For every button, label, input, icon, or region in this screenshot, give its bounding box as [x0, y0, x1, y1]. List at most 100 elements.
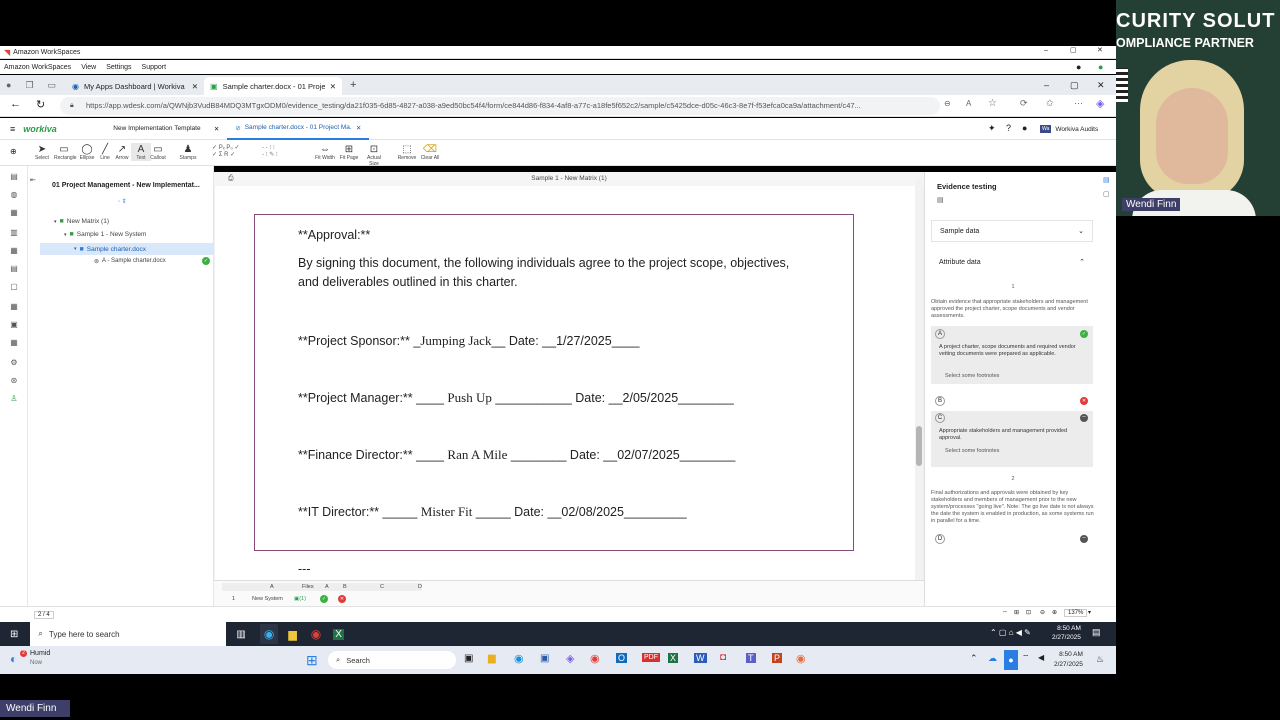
attribute-b-row[interactable]: B ✕	[931, 396, 1093, 408]
notification-bell-icon[interactable]: ♨	[1096, 654, 1104, 665]
workspaces-icon[interactable]: ◉	[796, 652, 806, 665]
excel-icon[interactable]: X	[668, 653, 679, 663]
browser-minimize-icon[interactable]: –	[1044, 80, 1049, 90]
menu-item[interactable]: Amazon WorkSpaces	[4, 64, 71, 71]
ws-close-icon[interactable]: ✕	[1097, 46, 1103, 54]
rectangle-tool[interactable]: ▭ Rectangle	[54, 143, 77, 162]
ai-sparkle-icon[interactable]: ✦	[988, 123, 996, 134]
scrollbar-thumb[interactable]	[916, 426, 922, 466]
chrome-icon[interactable]: ◉	[590, 652, 600, 665]
tab-actions-icon[interactable]: ▭	[48, 80, 57, 91]
ws-maximize-icon[interactable]: ▢	[1070, 46, 1077, 54]
mic-off-icon[interactable]: ●	[1076, 62, 1081, 72]
grid-icon[interactable]: ▦	[9, 338, 19, 348]
zoom-level[interactable]: 137%	[1064, 609, 1088, 617]
grid-icon[interactable]: ▦	[9, 302, 19, 312]
zoom-icon[interactable]: ⊖	[944, 99, 951, 108]
security-icon[interactable]: ◘	[720, 652, 726, 663]
footnotes-link[interactable]: Select some footnotes	[945, 373, 999, 380]
taskbar-search[interactable]: ⌕ Search	[328, 651, 456, 669]
inner-clock[interactable]: 8:50 AM 2/27/2025	[1052, 624, 1081, 642]
hamburger-menu-icon[interactable]: ≡	[10, 124, 15, 134]
pass-icon[interactable]: ✓	[320, 595, 328, 603]
tab-sample-charter-doc[interactable]: ⊘ Sample charter.docx - 01 Project Ma...…	[227, 118, 370, 140]
remove-button[interactable]: ⬚ Remove	[397, 143, 417, 162]
notification-icon[interactable]: ▤	[1092, 627, 1101, 638]
copilot-icon[interactable]: ◈	[1096, 97, 1104, 110]
list-icon[interactable]: ▦	[9, 208, 19, 218]
browser-close-icon[interactable]: ✕	[1097, 80, 1105, 91]
tree-item-attachment[interactable]: ⊚ A - Sample charter.docx ✓	[94, 257, 210, 265]
menu-item[interactable]: View	[81, 64, 96, 71]
tree-item-sample-charter[interactable]: ▾ ■ Sample charter.docx	[40, 243, 214, 255]
actual-size-button[interactable]: ⊡ Actual Size	[362, 143, 386, 168]
tab-new-implementation[interactable]: New Implementation Template ✕	[105, 118, 227, 140]
attribute-d-row[interactable]: D –	[931, 534, 1093, 546]
teams-icon[interactable]: T	[746, 653, 756, 663]
stamps-tool[interactable]: ♟ Stamps	[178, 143, 198, 162]
read-aloud-icon[interactable]: A	[966, 99, 971, 108]
tab-close-icon[interactable]: ✕	[214, 125, 219, 133]
menu-item[interactable]: Settings	[106, 64, 131, 71]
task-view-icon[interactable]: ▥	[236, 629, 245, 640]
menu-item[interactable]: Support	[142, 64, 167, 71]
file-icon[interactable]: ▤	[9, 172, 19, 182]
sample-data-section[interactable]: Sample data ⌄	[931, 220, 1093, 242]
select-tool[interactable]: ➤ Select	[32, 143, 52, 162]
globe-icon[interactable]: ◍	[9, 190, 19, 200]
ws-minimize-icon[interactable]: –	[1044, 47, 1048, 54]
copilot-icon[interactable]: ◈	[566, 652, 574, 665]
windows-start-icon[interactable]: ⊞	[10, 629, 18, 640]
fail-icon[interactable]: ✕	[338, 595, 346, 603]
extensions-icon[interactable]: ⟳	[1020, 98, 1028, 109]
attribute-c-card[interactable]: C – Appropriate stakeholders and managem…	[931, 411, 1093, 467]
actual-size-icon[interactable]: ⊡	[1026, 609, 1031, 616]
chart-icon[interactable]: ▥	[9, 228, 19, 238]
fit-page-button[interactable]: ⊞ Fit Page	[338, 143, 360, 162]
file-explorer-icon[interactable]: ▆	[288, 628, 296, 641]
arrow-tool[interactable]: ↗ Arrow	[112, 143, 132, 162]
outlook-icon[interactable]: O	[616, 653, 628, 663]
footnotes-link[interactable]: Select some footnotes	[945, 448, 999, 455]
person-icon[interactable]: ♙	[9, 394, 19, 404]
clear-all-button[interactable]: ⌫ Clear All	[420, 143, 440, 162]
chevron-down-icon[interactable]: ▾	[1088, 609, 1091, 616]
wifi-icon[interactable]: ⌔	[1022, 653, 1030, 663]
style-group[interactable]: - - ⁝ ⁝ - ⁝ ✎ ⁝	[262, 144, 304, 162]
zoom-in-icon[interactable]: ⊕	[1052, 609, 1057, 616]
tab-my-apps[interactable]: ◉ My Apps Dashboard | Workiva ✕	[66, 77, 204, 95]
zoom-out-icon[interactable]: ⊖	[1040, 609, 1045, 616]
onedrive-icon[interactable]: ☁	[988, 653, 997, 664]
pdf-icon[interactable]: PDF	[642, 653, 660, 662]
url-field[interactable]: 🔒︎ https://app.wdesk.com/a/QWNjb3VudB84M…	[60, 97, 940, 115]
table-icon[interactable]: ▦	[9, 246, 19, 256]
tab-close-icon[interactable]: ✕	[356, 124, 361, 132]
refresh-icon[interactable]: ↻	[36, 98, 45, 111]
favorites-bar-icon[interactable]: ✩	[1046, 98, 1054, 109]
task-view-icon[interactable]: ▣	[464, 653, 473, 664]
fit-width-button[interactable]: ⇔ Fit Width	[313, 143, 337, 162]
outline-collapse-icon[interactable]: ⇤	[30, 176, 36, 184]
shield-status-icon[interactable]: ●	[1098, 62, 1103, 72]
callout-tool[interactable]: ▭ Callout	[148, 143, 168, 162]
panel-doc-icon[interactable]: ▤	[937, 196, 944, 204]
more-menu-icon[interactable]: ⋯	[1074, 98, 1083, 109]
edge-icon[interactable]: ◉	[514, 652, 524, 665]
file-explorer-icon[interactable]: ▆	[488, 653, 496, 664]
evidence-tab-icon[interactable]: ▤	[1103, 176, 1110, 184]
system-tray-icons[interactable]: ⌃ ▢ ⌂ ◀ ✎	[990, 628, 1031, 637]
store-icon[interactable]: ▣	[540, 653, 549, 664]
comment-tab-icon[interactable]: ▢	[1103, 190, 1110, 198]
expand-icon[interactable]: ⊕	[10, 147, 17, 156]
fit-page-icon[interactable]: ⊞	[1014, 609, 1019, 616]
format-group[interactable]: ✓ Pₓ P₀ ✓ ✓ Σ R ✓	[212, 144, 252, 162]
collections-icon[interactable]: ❐	[25, 80, 33, 91]
edge-icon[interactable]: ◉	[259, 624, 279, 644]
excel-icon[interactable]: X	[333, 628, 344, 640]
tab-close-icon[interactable]: ✕	[330, 82, 336, 91]
tree-item-sample1[interactable]: ▾ ■ Sample 1 - New System	[64, 231, 146, 238]
new-tab-icon[interactable]: +	[350, 79, 356, 91]
windows-start-icon[interactable]: ⊞	[306, 652, 318, 669]
ellipse-tool[interactable]: ◯ Ellipse	[77, 143, 97, 162]
matrix-row[interactable]: 1 New System ▣(1) ✓ ✕	[222, 594, 430, 604]
